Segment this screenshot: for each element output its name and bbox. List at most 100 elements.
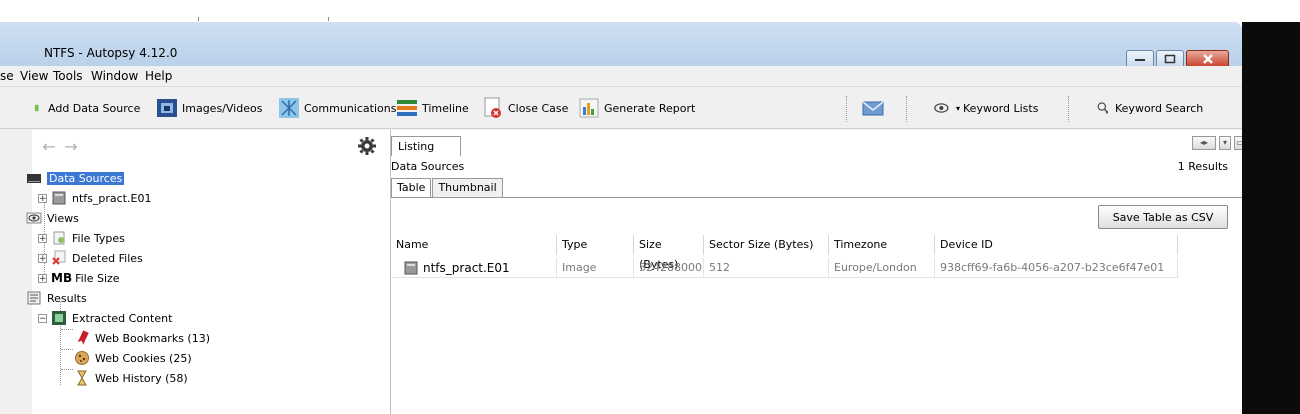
extracted-content-icon [52,311,66,325]
tab-dropdown-button[interactable]: ▾ [1219,136,1231,150]
title-bar: NTFS - Autopsy 4.12.0 [0,22,1242,68]
column-header-timezone[interactable]: Timezone [829,235,935,255]
bookmark-icon [77,330,89,345]
cell-name: ntfs_pract.E01 [391,258,557,278]
tree-label-image-file: ntfs_pract.E01 [72,191,152,205]
results-icon [27,291,41,305]
toolbar-separator [1068,96,1070,122]
desktop-background [1242,22,1300,414]
minimize-panel-button[interactable]: ▭ [1234,136,1242,150]
expand-icon[interactable]: + [38,273,47,283]
timeline-icon [397,100,417,116]
results-table-area: Save Table as CSV Name Type Size (Bytes)… [391,198,1242,414]
tree-label-views: Views [47,211,79,225]
add-data-source-icon [34,104,39,112]
views-eye-icon [26,212,42,224]
communications-button[interactable]: Communications [278,88,396,128]
images-videos-icon [157,99,177,117]
tree-connector [61,329,73,330]
column-header-name[interactable]: Name [391,235,557,255]
tree-label-deleted-files: Deleted Files [72,251,143,265]
file-types-icon [53,231,65,245]
keyword-search-label: Keyword Search [1115,101,1204,115]
gear-icon[interactable] [357,136,377,156]
expand-icon[interactable]: + [38,233,47,243]
menu-tools[interactable]: Tools [53,69,83,83]
tree-item-views[interactable]: Views [26,208,79,228]
tab-table[interactable]: Table [391,178,432,198]
column-header-sector-size[interactable]: Sector Size (Bytes) [704,235,829,255]
disk-image-icon [52,191,66,205]
scroll-tabs-button[interactable]: ◂▸ [1192,136,1216,150]
save-table-csv-button[interactable]: Save Table as CSV [1098,205,1228,229]
close-case-button[interactable]: Close Case [482,88,568,128]
images-videos-label: Images/Videos [182,101,263,115]
menu-bar: se View Tools Window Help [0,66,1242,87]
column-header-device-id[interactable]: Device ID [935,235,1178,255]
cookie-icon [75,351,89,365]
deleted-files-icon [52,250,66,265]
tree-item-web-bookmarks[interactable]: Web Bookmarks (13) [74,328,210,348]
cell-sector-size: 512 [704,258,829,278]
collapse-icon[interactable]: − [38,313,47,323]
window-title: NTFS - Autopsy 4.12.0 [44,46,178,60]
strip-mark [328,17,329,21]
tree-item-extracted-content[interactable]: − Extracted Content [38,308,172,328]
tree-item-data-sources[interactable]: Data Sources [26,168,125,188]
menu-window[interactable]: Window [91,69,138,83]
back-arrow-icon[interactable]: ← [40,138,58,156]
tree-item-image-file[interactable]: + ntfs_pract.E01 [38,188,151,208]
main-toolbar: Add Data Source Images/Videos Communicat… [0,88,1242,129]
tree-item-web-history[interactable]: Web History (58) [74,368,188,388]
keyword-search-button[interactable]: Keyword Search [1096,88,1203,128]
toolbar-separator [906,96,908,122]
generate-report-label: Generate Report [604,101,696,115]
generate-report-icon [579,98,599,118]
tree-connector [61,349,73,350]
generate-report-button[interactable]: Generate Report [578,88,695,128]
timeline-label: Timeline [422,101,469,115]
expand-icon[interactable]: + [38,253,47,263]
cell-device-id: 938cff69-fa6b-4056-a207-b23ce6f47e01 [935,258,1178,278]
tree-item-file-types[interactable]: + File Types [38,228,125,248]
communications-label: Communications [304,101,397,115]
minimize-icon [1135,59,1145,61]
add-data-source-label: Add Data Source [48,101,141,115]
column-header-size[interactable]: Size (Bytes) [634,235,704,271]
tree-label-web-cookies: Web Cookies (25) [95,351,192,365]
tab-listing[interactable]: Listing [391,136,461,156]
disk-image-icon [404,261,418,274]
listing-panel: Listing ◂▸ ▾ ▭ Data Sources 1 Results Ta… [391,130,1242,414]
images-videos-button[interactable]: Images/Videos [156,88,262,128]
tree-label-results: Results [47,291,87,305]
menu-help[interactable]: Help [145,69,172,83]
directory-tree-panel: ← → Data Sources + ntfs_pract.E01 Views [26,130,391,414]
tree-label-web-history: Web History (58) [95,371,188,385]
tree-item-results[interactable]: Results [26,288,87,308]
data-sources-icon [27,174,41,183]
menu-view[interactable]: View [20,69,48,83]
tree-item-deleted-files[interactable]: + Deleted Files [38,248,143,268]
tab-thumbnail[interactable]: Thumbnail [432,178,503,198]
tree-connector [61,369,73,370]
tree-label-file-size: File Size [75,271,120,285]
timeline-button[interactable]: Timeline [396,88,469,128]
expand-icon[interactable]: + [38,193,47,203]
keyword-lists-button[interactable]: ▾ Keyword Lists [934,88,1038,128]
dropdown-arrow-icon: ▾ [956,103,961,113]
tree-label-web-bookmarks: Web Bookmarks (13) [95,331,211,345]
mb-icon: MB [51,271,73,285]
email-button[interactable] [862,88,888,128]
maximize-icon [1164,54,1176,64]
add-data-source-button[interactable]: Add Data Source [34,88,140,128]
forward-arrow-icon[interactable]: → [62,138,80,156]
cell-name-text: ntfs_pract.E01 [423,260,510,275]
cell-timezone: Europe/London [829,258,935,278]
column-header-type[interactable]: Type [557,235,634,255]
results-count: 1 Results [1177,160,1228,173]
menu-case[interactable]: se [0,69,14,83]
tree-label-data-sources: Data Sources [47,171,125,185]
tree-label-file-types: File Types [72,231,125,245]
tree-item-web-cookies[interactable]: Web Cookies (25) [74,348,192,368]
tree-item-file-size[interactable]: + MB File Size [38,268,120,288]
